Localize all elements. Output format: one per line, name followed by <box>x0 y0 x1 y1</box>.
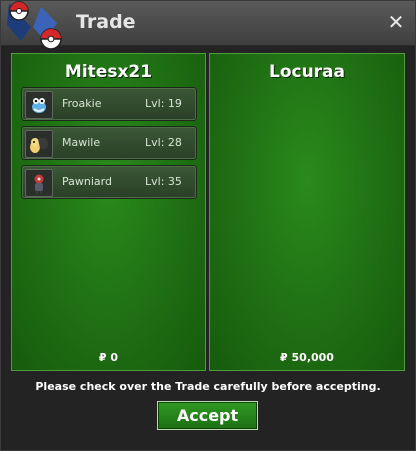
pokemon-name: Froakie <box>62 97 102 110</box>
pokemon-slot[interactable]: Froakie Lvl: 19 <box>21 87 197 121</box>
close-icon[interactable]: ✕ <box>385 11 407 33</box>
my-pokemon-list: Froakie Lvl: 19 Mawile Lvl: 28 Pawniard … <box>21 87 197 204</box>
window-title: Trade <box>76 11 136 33</box>
froakie-icon <box>25 91 53 119</box>
pokemon-level: Lvl: 28 <box>145 136 182 149</box>
my-money-offer: ₽ 0 <box>98 351 119 364</box>
pokemon-slot[interactable]: Pawniard Lvl: 35 <box>21 165 197 199</box>
accept-button[interactable]: Accept <box>157 401 258 430</box>
my-trainer-name: Mitesx21 <box>64 62 153 82</box>
pokemon-level: Lvl: 19 <box>145 97 182 110</box>
my-offer-panel: Mitesx21 Froakie Lvl: 19 Mawile Lvl: 28 … <box>11 53 206 371</box>
partner-offer-panel: Locuraa ₽ 50,000 <box>209 53 405 371</box>
partner-money-offer: ₽ 50,000 <box>280 351 334 364</box>
partner-trainer-name: Locuraa <box>268 62 346 82</box>
mawile-icon <box>25 130 53 158</box>
pokeball-logo-icon <box>7 1 62 50</box>
pokemon-level: Lvl: 35 <box>145 175 182 188</box>
pawniard-icon <box>25 169 53 197</box>
trade-window: Trade ✕ Mitesx21 Froakie Lvl: 19 Mawile … <box>0 0 416 451</box>
titlebar[interactable]: Trade ✕ <box>1 1 415 50</box>
pokemon-slot[interactable]: Mawile Lvl: 28 <box>21 126 197 160</box>
trade-notice: Please check over the Trade carefully be… <box>35 380 381 393</box>
pokemon-name: Pawniard <box>62 175 112 188</box>
pokemon-name: Mawile <box>62 136 101 149</box>
